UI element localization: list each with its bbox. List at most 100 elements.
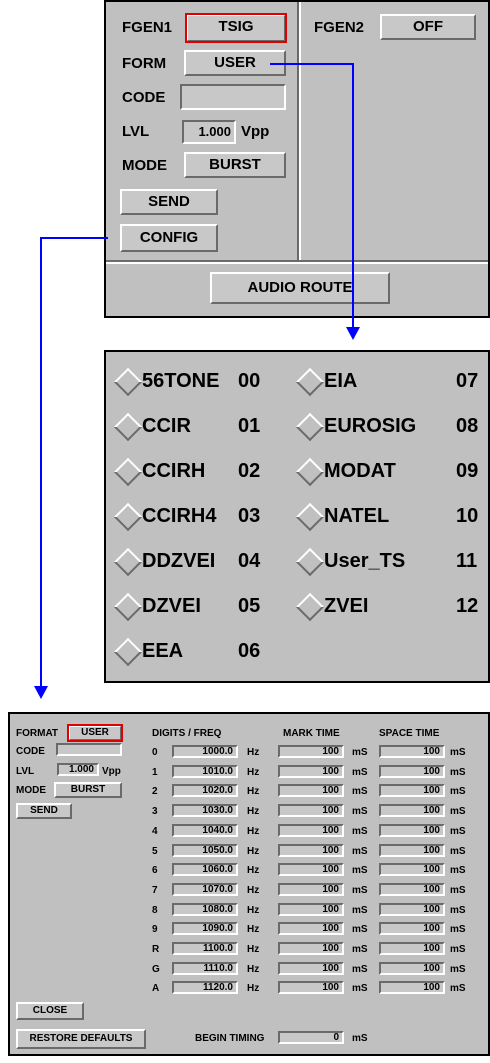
- form-item-code: 04: [238, 550, 261, 572]
- frequency-input[interactable]: 1040.0: [172, 823, 238, 837]
- config-send-button[interactable]: SEND: [16, 803, 72, 819]
- form-item-name: MODAT: [324, 460, 396, 482]
- frequency-input[interactable]: 1090.0: [172, 922, 238, 936]
- frequency-input[interactable]: 1010.0: [172, 764, 238, 778]
- begin-timing-input[interactable]: 0: [278, 1031, 344, 1044]
- mark-time-input[interactable]: 100: [278, 981, 344, 995]
- form-item-code: 11: [456, 550, 478, 572]
- mark-time-unit: mS: [352, 924, 368, 936]
- config-code-input[interactable]: [56, 743, 122, 756]
- space-time-input[interactable]: 100: [379, 922, 445, 936]
- digit-label: 0: [152, 747, 158, 758]
- space-time-input[interactable]: 100: [379, 981, 445, 995]
- begin-timing-unit: mS: [352, 1033, 368, 1044]
- form-item-code: 10: [456, 505, 479, 527]
- mark-time-header: MARK TIME: [283, 728, 340, 739]
- space-time-input[interactable]: 100: [379, 745, 445, 758]
- mark-time-input[interactable]: 100: [278, 745, 344, 758]
- digit-label: 9: [152, 924, 158, 936]
- form-item-name: NATEL: [324, 505, 390, 527]
- mode-label: MODE: [122, 157, 167, 174]
- panel-divider-light: [299, 2, 301, 262]
- mark-time-input[interactable]: 100: [278, 863, 344, 877]
- fgen2-label: FGEN2: [314, 19, 365, 36]
- form-item-name: ZVEI: [324, 595, 369, 617]
- space-time-input[interactable]: 100: [379, 804, 445, 818]
- form-item-code: 05: [238, 595, 261, 617]
- send-button[interactable]: SEND: [120, 189, 218, 215]
- space-time-input[interactable]: 100: [379, 882, 445, 896]
- form-item-name: DZVEI: [142, 595, 201, 617]
- mark-time-unit: mS: [352, 747, 368, 758]
- frequency-input[interactable]: 1080.0: [172, 902, 238, 916]
- connector-line: [40, 237, 108, 239]
- form-item-code: 06: [238, 640, 261, 662]
- digit-label: 4: [152, 825, 158, 837]
- mark-time-input[interactable]: 100: [278, 961, 344, 975]
- config-lvl-label: LVL: [16, 766, 35, 777]
- space-time-input[interactable]: 100: [379, 961, 445, 975]
- code-label: CODE: [122, 89, 166, 106]
- config-lvl-input[interactable]: 1.000: [57, 763, 99, 776]
- mark-time-input[interactable]: 100: [278, 784, 344, 798]
- digit-label: R: [152, 944, 160, 955]
- frequency-input[interactable]: 1020.0: [172, 784, 238, 798]
- frequency-unit: Hz: [247, 865, 260, 877]
- form-item-name: EEA: [142, 640, 184, 662]
- fgen1-select-button[interactable]: TSIG: [185, 13, 287, 43]
- connector-line: [270, 63, 354, 65]
- space-time-input[interactable]: 100: [379, 823, 445, 837]
- format-select-button[interactable]: USER: [67, 724, 123, 742]
- frequency-input[interactable]: 1000.0: [172, 745, 238, 758]
- connector-line: [40, 237, 42, 687]
- digit-label: G: [152, 963, 160, 975]
- space-time-input[interactable]: 100: [379, 784, 445, 798]
- form-item-name: CCIRH: [142, 460, 206, 482]
- form-item-name: CCIRH4: [142, 505, 217, 527]
- mark-time-input[interactable]: 100: [278, 843, 344, 857]
- space-time-input[interactable]: 100: [379, 902, 445, 916]
- form-item-code: 02: [238, 460, 261, 482]
- space-time-input[interactable]: 100: [379, 942, 445, 955]
- frequency-input[interactable]: 1110.0: [172, 961, 238, 975]
- mark-time-input[interactable]: 100: [278, 764, 344, 778]
- code-input[interactable]: [180, 84, 286, 110]
- frequency-input[interactable]: 1120.0: [172, 981, 238, 995]
- space-time-unit: mS: [450, 806, 466, 818]
- space-time-input[interactable]: 100: [379, 764, 445, 778]
- config-button[interactable]: CONFIG: [120, 224, 218, 252]
- frequency-input[interactable]: 1030.0: [172, 804, 238, 818]
- space-time-input[interactable]: 100: [379, 843, 445, 857]
- space-time-unit: mS: [450, 766, 466, 778]
- mark-time-input[interactable]: 100: [278, 942, 344, 955]
- mark-time-input[interactable]: 100: [278, 882, 344, 896]
- config-mode-label: MODE: [16, 785, 46, 796]
- lvl-unit: Vpp: [241, 123, 270, 140]
- form-item-code: 12: [456, 595, 479, 617]
- space-time-unit: mS: [450, 944, 466, 955]
- digit-label: A: [152, 983, 160, 995]
- frequency-input[interactable]: 1060.0: [172, 863, 238, 877]
- digit-label: 8: [152, 904, 158, 916]
- fgen2-select-button[interactable]: OFF: [380, 14, 476, 40]
- form-item-name: User_TS: [324, 550, 406, 572]
- space-time-unit: mS: [450, 845, 466, 857]
- audio-route-button[interactable]: AUDIO ROUTE: [210, 272, 390, 304]
- mode-select-button[interactable]: BURST: [184, 152, 286, 178]
- mark-time-input[interactable]: 100: [278, 902, 344, 916]
- mark-time-input[interactable]: 100: [278, 922, 344, 936]
- frequency-input[interactable]: 1070.0: [172, 882, 238, 896]
- restore-defaults-button[interactable]: RESTORE DEFAULTS: [16, 1029, 146, 1049]
- space-time-unit: mS: [450, 963, 466, 975]
- frequency-input[interactable]: 1100.0: [172, 942, 238, 955]
- mark-time-input[interactable]: 100: [278, 823, 344, 837]
- lvl-input[interactable]: 1.000: [182, 120, 236, 144]
- digit-label: 7: [152, 884, 158, 896]
- space-time-input[interactable]: 100: [379, 863, 445, 877]
- mark-time-input[interactable]: 100: [278, 804, 344, 818]
- frequency-input[interactable]: 1050.0: [172, 843, 238, 857]
- close-button[interactable]: CLOSE: [16, 1002, 84, 1020]
- config-mode-select-button[interactable]: BURST: [54, 782, 122, 798]
- form-item-name: 56TONE: [142, 370, 220, 392]
- begin-timing-label: BEGIN TIMING: [195, 1033, 265, 1044]
